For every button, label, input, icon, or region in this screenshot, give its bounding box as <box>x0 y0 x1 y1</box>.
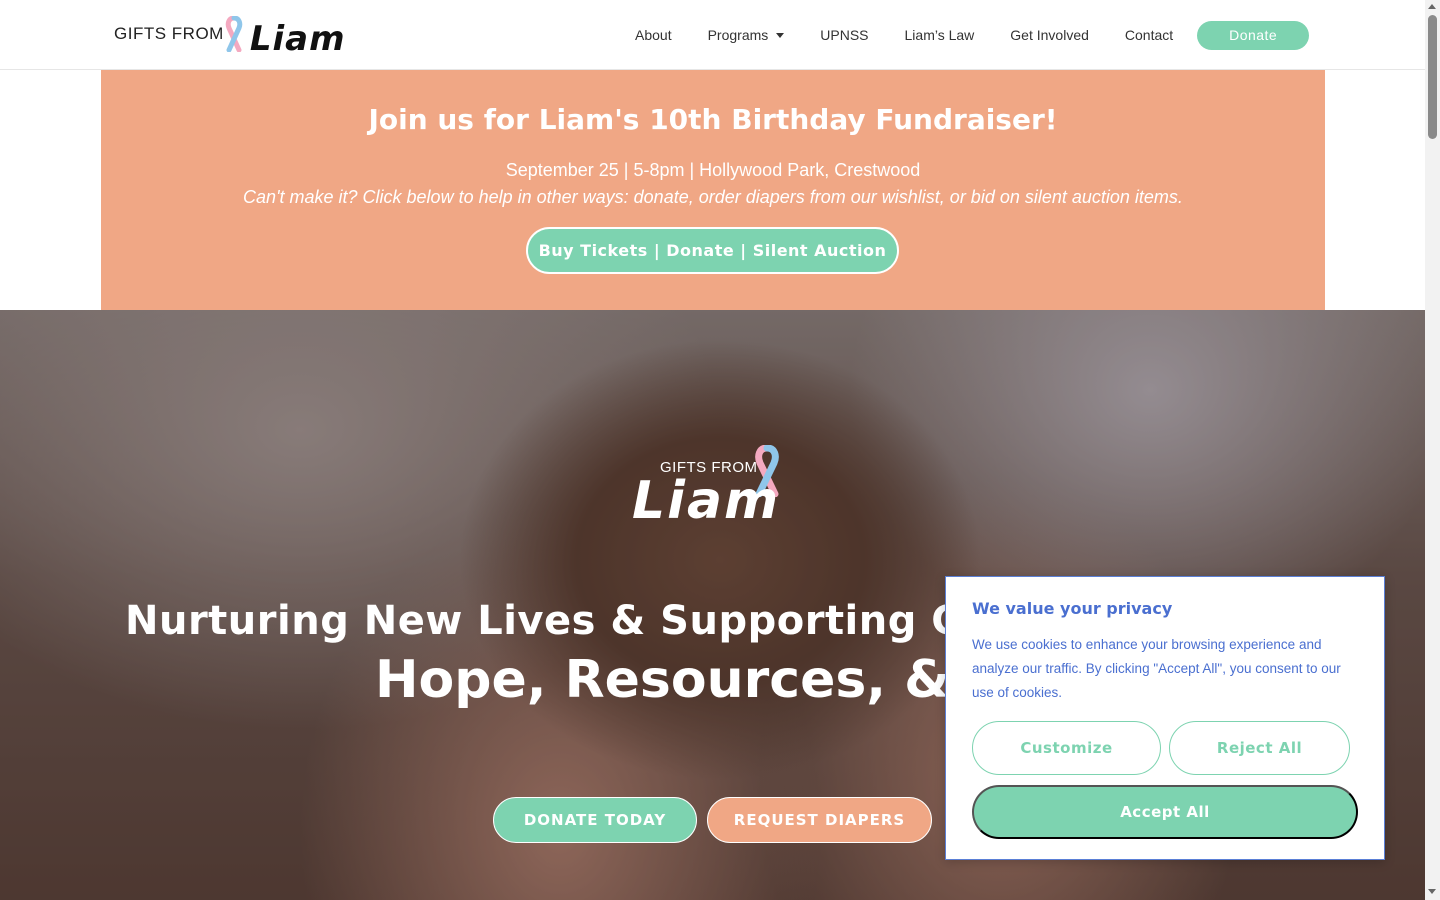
nav-programs-label: Programs <box>707 27 769 43</box>
site-logo[interactable]: GIFTS FROM Liam <box>114 14 346 56</box>
awareness-ribbon-icon <box>225 16 243 52</box>
cookie-text: We use cookies to enhance your browsing … <box>972 637 1341 700</box>
nav-programs[interactable]: Programs <box>708 27 785 43</box>
main-nav: About Programs UPNSS Liam’s Law Get Invo… <box>617 0 1310 70</box>
fundraiser-banner: Join us for Liam's 10th Birthday Fundrai… <box>101 70 1325 310</box>
page-scrollbar[interactable] <box>1425 0 1440 900</box>
scroll-down-icon[interactable] <box>1428 889 1436 894</box>
scrollbar-thumb[interactable] <box>1428 15 1437 139</box>
hero-headline: Hope, Resources, & C <box>375 650 1006 710</box>
chevron-down-icon <box>776 32 785 38</box>
scroll-up-icon[interactable] <box>1428 4 1436 9</box>
nav-get-involved[interactable]: Get Involved <box>1010 27 1089 43</box>
fundraiser-title: Join us for Liam's 10th Birthday Fundrai… <box>368 103 1058 136</box>
fundraiser-note: Can't make it? Click below to help in ot… <box>243 187 1183 207</box>
fundraiser-details: September 25 | 5-8pm | Hollywood Park, C… <box>505 160 921 180</box>
reject-all-button[interactable]: Reject All <box>1169 721 1350 775</box>
site-header: GIFTS FROM Liam About Programs UPNSS Lia… <box>0 0 1425 70</box>
cookie-title: We value your privacy <box>972 599 1173 618</box>
request-diapers-button[interactable]: REQUEST DIAPERS <box>707 797 932 843</box>
nav-contact[interactable]: Contact <box>1125 27 1173 43</box>
customize-button[interactable]: Customize <box>972 721 1161 775</box>
cookie-consent-dialog: We value your privacy We use cookies to … <box>945 576 1385 860</box>
nav-upnss[interactable]: UPNSS <box>820 27 868 43</box>
nav-about[interactable]: About <box>635 27 672 43</box>
hero-logo: GIFTS FROM Liam <box>632 445 802 540</box>
logo-text-big: Liam <box>249 19 346 59</box>
hero-tagline: Nurturing New Lives & Supporting Griev <box>125 598 1054 644</box>
nav-donate-button[interactable]: Donate <box>1197 20 1310 50</box>
logo-text-small: GIFTS FROM <box>114 24 224 43</box>
accept-all-button[interactable]: Accept All <box>972 785 1358 839</box>
hero-logo-text-big: Liam <box>632 471 781 531</box>
buy-tickets-button[interactable]: Buy Tickets | Donate | Silent Auction <box>526 227 899 274</box>
donate-today-button[interactable]: DONATE TODAY <box>493 797 697 843</box>
nav-liams-law[interactable]: Liam’s Law <box>905 27 975 43</box>
